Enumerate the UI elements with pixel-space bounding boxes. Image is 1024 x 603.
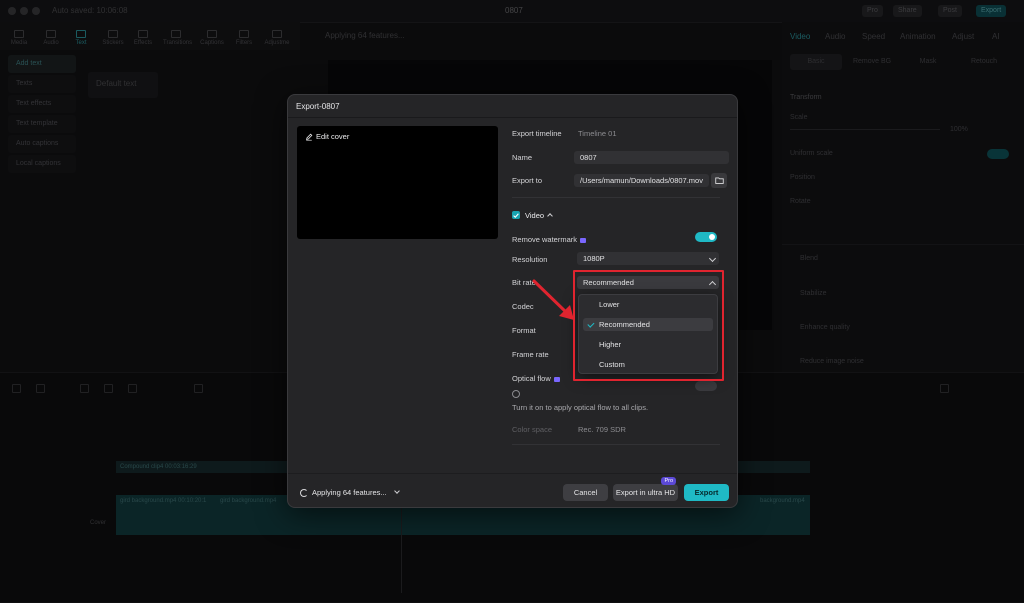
optical-flow-hint: Turn it on to apply optical flow to all … (512, 403, 649, 412)
info-icon (512, 390, 520, 398)
export-ultra-hd-label: Export in ultra HD (615, 488, 676, 497)
folder-icon (714, 177, 724, 184)
footer-status[interactable]: Applying 64 features... (312, 488, 387, 497)
section-divider (512, 197, 720, 198)
dialog-title: Export-0807 (296, 102, 340, 111)
remove-watermark-label: Remove watermark (512, 235, 587, 244)
export-timeline-label: Export timeline (512, 129, 562, 138)
format-label: Format (512, 326, 536, 335)
remove-watermark-toggle[interactable] (695, 232, 717, 242)
color-space-value: Rec. 709 SDR (578, 425, 626, 434)
optical-flow-label: Optical flow (512, 374, 560, 383)
export-path-input[interactable]: /Users/mamun/Downloads/0807.mov (574, 174, 709, 187)
annotation-arrow-icon (532, 279, 574, 320)
toggle-knob (709, 234, 715, 240)
export-button[interactable]: Export (684, 484, 729, 501)
color-space-label: Color space (512, 425, 553, 434)
annotation-highlight-box (573, 270, 724, 381)
edit-cover-label: Edit cover (316, 132, 350, 141)
browse-folder-button[interactable] (711, 173, 727, 188)
chevron-down-icon (708, 254, 717, 263)
export-to-label: Export to (512, 176, 543, 185)
resolution-select[interactable]: 1080P (577, 252, 719, 265)
pencil-icon (306, 133, 313, 141)
cover-preview[interactable]: Edit cover (297, 126, 498, 239)
export-ultra-hd-button[interactable]: Export in ultra HD Pro (613, 477, 678, 501)
pro-badge: Pro (661, 477, 676, 485)
optical-flow-toggle[interactable] (695, 381, 717, 391)
footer-divider (288, 473, 737, 474)
chevron-up-icon[interactable] (547, 213, 553, 219)
video-section-label[interactable]: Video (525, 211, 544, 220)
checkmark-icon (513, 212, 519, 218)
loading-spinner-icon (300, 489, 308, 497)
vip-icon (580, 237, 587, 243)
video-checkbox[interactable] (512, 211, 520, 219)
section-divider (512, 444, 720, 445)
name-input[interactable]: 0807 (574, 151, 729, 164)
title-divider (288, 117, 737, 118)
framerate-label: Frame rate (512, 350, 549, 359)
resolution-value: 1080P (583, 254, 605, 263)
vip-icon (553, 376, 560, 382)
chevron-down-icon[interactable] (394, 488, 400, 494)
name-label: Name (512, 153, 533, 162)
resolution-label: Resolution (512, 255, 548, 264)
edit-cover-button[interactable]: Edit cover (305, 132, 349, 141)
export-timeline-value: Timeline 01 (578, 129, 617, 138)
cancel-button[interactable]: Cancel (563, 484, 608, 501)
